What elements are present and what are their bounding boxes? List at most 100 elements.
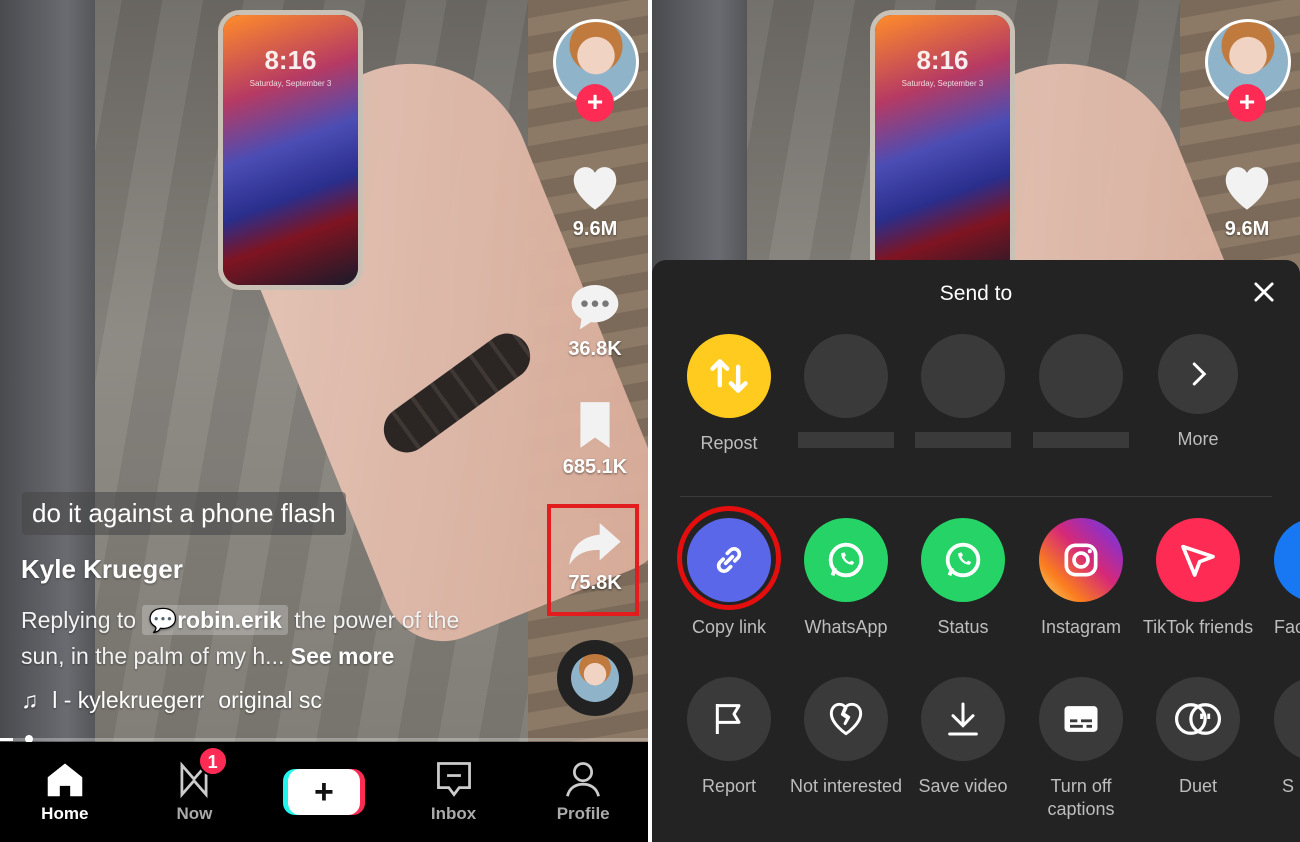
profile-icon xyxy=(566,762,601,797)
instagram-label: Instagram xyxy=(1040,617,1122,637)
facebook-button[interactable]: Fac xyxy=(1256,518,1300,639)
status-label: Status xyxy=(937,617,989,637)
inbox-icon xyxy=(436,762,471,797)
duet-label: Duet xyxy=(1178,776,1218,796)
music-ticker[interactable]: ♫ l - kylekruegerr original sc xyxy=(21,687,322,714)
video-progress-bar[interactable] xyxy=(0,735,648,743)
copy-link-highlight-ring xyxy=(677,506,781,610)
music-note-icon: ♫ xyxy=(21,687,39,713)
send-icon xyxy=(1156,518,1240,602)
save-video-label: Save video xyxy=(918,776,1008,796)
heart-icon xyxy=(1225,167,1269,210)
turn-off-captions-button[interactable]: Turn off captions xyxy=(1022,677,1140,821)
contact-placeholder-3[interactable] xyxy=(1022,334,1140,448)
repost-button[interactable]: Repost xyxy=(670,334,788,455)
stitch-label: S xyxy=(1282,776,1295,796)
flag-icon xyxy=(687,677,771,761)
nav-home[interactable]: Home xyxy=(0,742,130,842)
mention-tag[interactable]: 💬robin.erik xyxy=(142,605,288,635)
contact-placeholder-1[interactable] xyxy=(787,334,905,448)
report-label: Report xyxy=(701,776,757,796)
repost-icon xyxy=(687,334,771,418)
nav-profile[interactable]: Profile xyxy=(518,742,648,842)
instagram-icon xyxy=(1039,518,1123,602)
duet-button[interactable]: Duet xyxy=(1139,677,1257,798)
captions-icon xyxy=(1039,677,1123,761)
broken-heart-icon xyxy=(804,677,888,761)
share-highlight-box xyxy=(547,504,639,616)
phone-image: 8:16 Saturday, September 3 xyxy=(218,10,363,290)
not-interested-label: Not interested xyxy=(789,776,903,796)
captions-label: Turn off captions xyxy=(1047,776,1115,819)
like-button[interactable]: 9.6M xyxy=(545,160,645,241)
contact-placeholder-2[interactable] xyxy=(904,334,1022,448)
tiktok-friends-button[interactable]: TikTok friends xyxy=(1139,518,1257,639)
bookmark-icon xyxy=(580,402,610,448)
create-plus-button[interactable]: + xyxy=(287,769,360,815)
repost-label: Repost xyxy=(700,433,758,453)
nav-inbox-label: Inbox xyxy=(430,804,477,823)
video-feed-screen: 8:16 Saturday, September 3 + 9.6M 36.8K … xyxy=(0,0,648,842)
like-count: 9.6M xyxy=(572,218,618,240)
creator-username[interactable]: Kyle Krueger xyxy=(21,554,183,585)
now-notification-badge: 1 xyxy=(197,746,228,776)
sheet-title: Send to xyxy=(939,282,1013,305)
heart-icon xyxy=(573,167,617,210)
mention-name: robin.erik xyxy=(177,607,282,633)
nav-now[interactable]: Now 1 xyxy=(130,742,260,842)
stitch-icon xyxy=(1274,677,1300,761)
stitch-button[interactable]: S xyxy=(1256,677,1300,798)
phone-date: Saturday, September 3 xyxy=(901,79,984,88)
nav-inbox[interactable]: Inbox xyxy=(389,742,519,842)
follow-plus-button[interactable]: + xyxy=(576,84,614,122)
bottom-nav: Home Now 1 + Inbox Profile xyxy=(0,742,648,842)
share-sheet-screen: 8:16 Saturday, September 3 + 9.6M Send t… xyxy=(652,0,1300,842)
copy-link-label: Copy link xyxy=(691,617,767,637)
comment-button[interactable]: 36.8K xyxy=(545,280,645,361)
duet-icon xyxy=(1156,677,1240,761)
sheet-separator xyxy=(680,496,1272,497)
download-icon xyxy=(921,677,1005,761)
video-description: Replying to 💬robin.erik the power of the… xyxy=(21,602,481,674)
not-interested-button[interactable]: Not interested xyxy=(787,677,905,798)
share-sheet: Send to Repost More Copy link WhatsApp S… xyxy=(652,260,1300,842)
music-disc[interactable] xyxy=(557,640,633,716)
phone-clock: 8:16 xyxy=(916,45,969,75)
chevron-right-icon xyxy=(1158,334,1238,414)
more-button[interactable]: More xyxy=(1139,334,1257,451)
save-count: 685.1K xyxy=(562,456,628,478)
video-overlay-caption: do it against a phone flash xyxy=(22,492,346,535)
more-label: More xyxy=(1177,429,1219,449)
screenshot-comparison: 8:16 Saturday, September 3 + 9.6M 36.8K … xyxy=(0,0,1300,842)
whatsapp-status-icon xyxy=(921,518,1005,602)
home-icon xyxy=(47,763,83,797)
music-sound: original sc xyxy=(218,687,322,713)
nav-profile-label: Profile xyxy=(556,804,610,823)
whatsapp-status-button[interactable]: Status xyxy=(904,518,1022,639)
nav-now-label: Now xyxy=(176,804,213,823)
facebook-icon xyxy=(1274,518,1300,602)
save-video-button[interactable]: Save video xyxy=(904,677,1022,798)
comment-count: 36.8K xyxy=(568,338,622,360)
see-more-link[interactable]: See more xyxy=(291,643,395,669)
save-button[interactable]: 685.1K xyxy=(545,400,645,479)
report-button[interactable]: Report xyxy=(670,677,788,798)
whatsapp-icon xyxy=(804,518,888,602)
facebook-label: Fac xyxy=(1274,617,1300,637)
whatsapp-label: WhatsApp xyxy=(804,617,888,637)
phone-image: 8:16 Saturday, September 3 xyxy=(870,10,1015,290)
nav-home-label: Home xyxy=(41,804,89,823)
close-icon[interactable] xyxy=(1250,278,1278,306)
follow-plus-button[interactable]: + xyxy=(1228,84,1266,122)
instagram-button[interactable]: Instagram xyxy=(1022,518,1140,639)
reply-prefix: Replying to xyxy=(21,607,137,633)
comment-icon xyxy=(571,285,619,330)
like-count: 9.6M xyxy=(1224,218,1270,240)
music-artist: l - kylekruegerr xyxy=(52,687,205,713)
tiktok-friends-label: TikTok friends xyxy=(1142,617,1254,637)
nav-create[interactable]: + xyxy=(259,742,389,842)
phone-date: Saturday, September 3 xyxy=(249,79,332,88)
whatsapp-button[interactable]: WhatsApp xyxy=(787,518,905,639)
phone-clock: 8:16 xyxy=(264,45,317,75)
like-button[interactable]: 9.6M xyxy=(1197,160,1297,241)
